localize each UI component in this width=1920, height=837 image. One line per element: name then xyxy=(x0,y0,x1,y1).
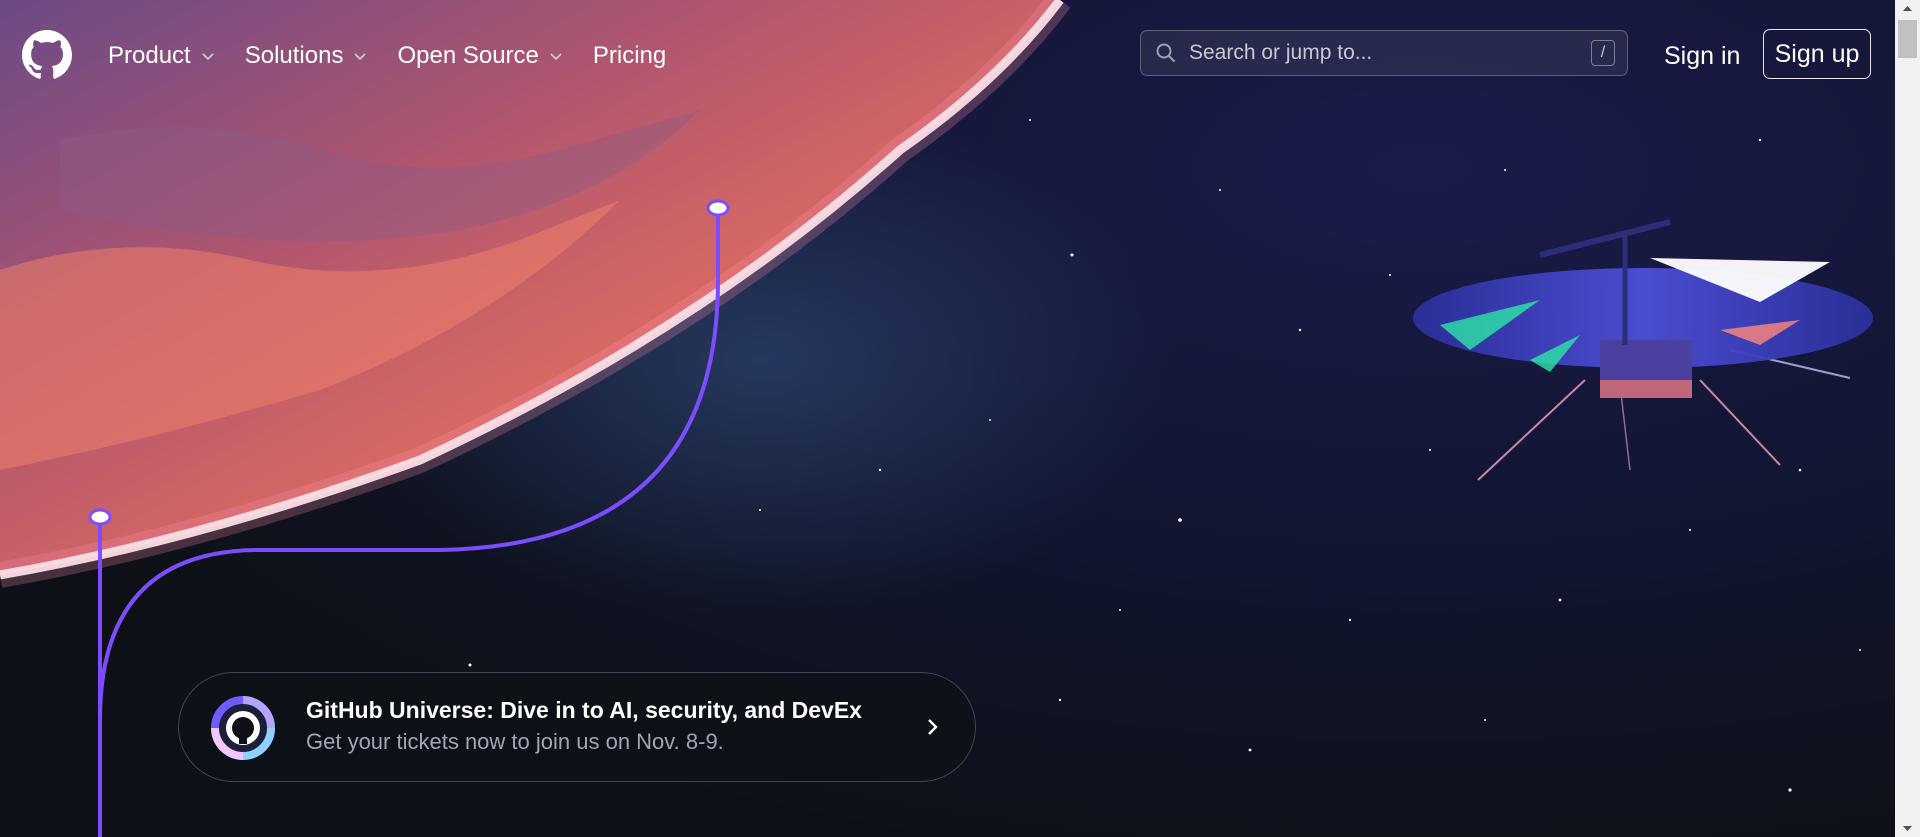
connector-node xyxy=(706,199,730,217)
universe-octocat-icon xyxy=(211,696,275,760)
hero-section: Product Solutions Open Source Pricing Se… xyxy=(0,0,1895,837)
site-header: Product Solutions Open Source Pricing Se… xyxy=(0,0,1895,112)
helicopter-illustration xyxy=(1413,219,1873,481)
nav-solutions-label: Solutions xyxy=(244,42,344,69)
github-mark-icon[interactable] xyxy=(22,30,72,80)
sign-in-link[interactable]: Sign in xyxy=(1664,36,1740,76)
chevron-right-icon xyxy=(928,719,938,735)
chevron-down-icon xyxy=(202,53,214,61)
sign-up-button[interactable]: Sign up xyxy=(1763,29,1871,79)
search-icon xyxy=(1156,43,1176,63)
banner-subtitle: Get your tickets now to join us on Nov. … xyxy=(306,729,724,754)
banner-title: GitHub Universe: Dive in to AI, security… xyxy=(306,697,862,723)
nav-product[interactable]: Product xyxy=(108,36,215,76)
main-nav: Product Solutions Open Source Pricing xyxy=(108,36,696,76)
page-scrollbar[interactable] xyxy=(1895,0,1920,837)
universe-banner[interactable]: GitHub Universe: Dive in to AI, security… xyxy=(178,672,976,782)
search-input[interactable]: Search or jump to... / xyxy=(1140,30,1628,76)
search-shortcut-key: / xyxy=(1591,40,1615,66)
scroll-down-arrow-icon[interactable] xyxy=(1895,820,1920,837)
scrollbar-thumb[interactable] xyxy=(1898,20,1917,58)
nav-solutions[interactable]: Solutions xyxy=(245,36,368,76)
chevron-down-icon xyxy=(354,53,367,61)
chevron-down-icon xyxy=(550,53,562,61)
scroll-up-arrow-icon[interactable] xyxy=(1895,0,1920,17)
connector-node xyxy=(88,508,112,526)
nav-pricing-label: Pricing xyxy=(592,42,667,69)
search-placeholder: Search or jump to... xyxy=(1189,41,1373,64)
nav-open-source[interactable]: Open Source xyxy=(397,36,562,76)
nav-open-source-label: Open Source xyxy=(397,42,539,69)
nav-pricing[interactable]: Pricing xyxy=(593,36,666,76)
nav-product-label: Product xyxy=(108,42,191,69)
